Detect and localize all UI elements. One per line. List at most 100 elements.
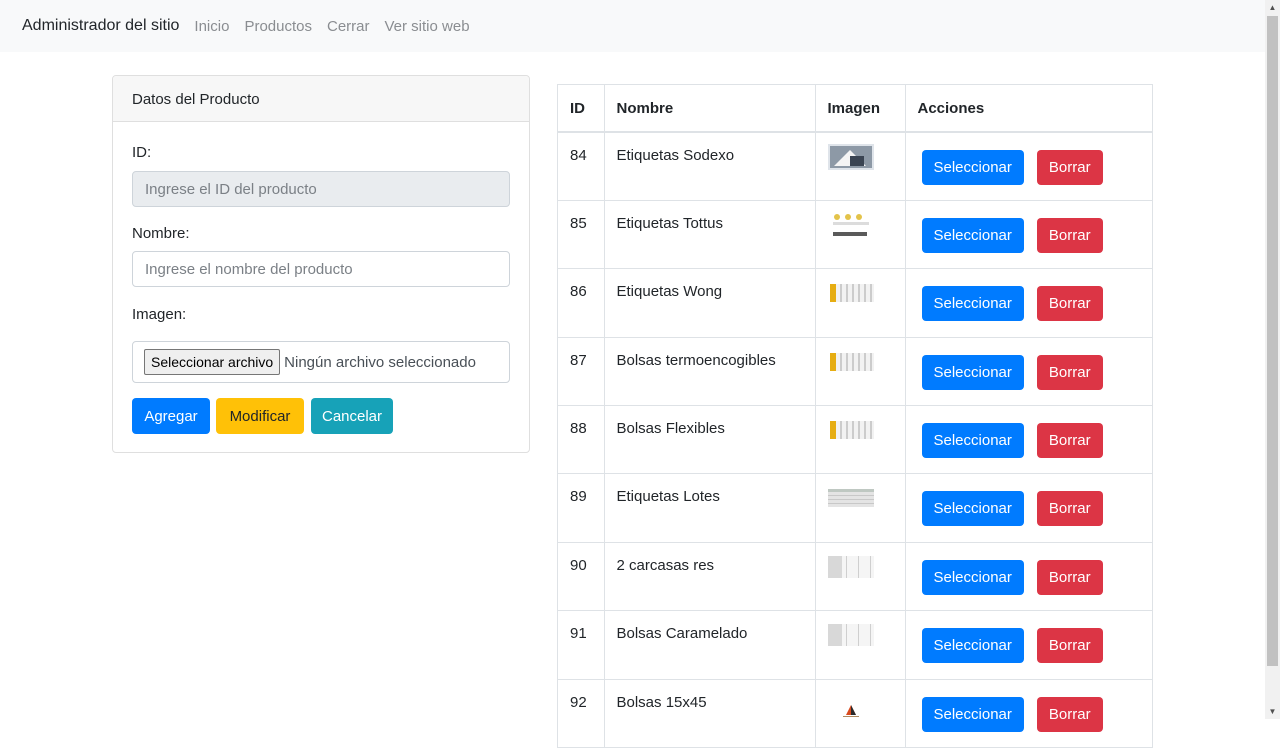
product-thumbnail-image	[827, 144, 893, 170]
table-row: 88 Bolsas Flexibles Seleccionar Borrar	[558, 405, 1152, 475]
row-image	[815, 610, 906, 680]
scroll-up-arrow-icon[interactable]: ▲	[1265, 0, 1280, 15]
row-actions: Seleccionar Borrar	[905, 679, 1152, 748]
select-button[interactable]: Seleccionar	[921, 696, 1024, 732]
table-header-row: ID Nombre Imagen Acciones	[558, 85, 1152, 133]
row-id: 85	[558, 200, 605, 270]
file-input[interactable]: Seleccionar archivo Ningún archivo selec…	[132, 341, 510, 383]
id-input[interactable]: Ingrese el ID del producto	[132, 171, 510, 207]
delete-button[interactable]: Borrar	[1036, 559, 1103, 595]
row-name: 2 carcasas res	[604, 542, 816, 612]
header-id: ID	[558, 85, 605, 133]
delete-button[interactable]: Borrar	[1036, 491, 1103, 527]
scrollbar-thumb[interactable]	[1267, 16, 1278, 666]
select-button[interactable]: Seleccionar	[921, 559, 1024, 595]
cancel-button[interactable]: Cancelar	[311, 398, 393, 434]
header-acciones: Acciones	[905, 85, 1152, 133]
nav-link-inicio[interactable]: Inicio	[194, 18, 229, 35]
row-name: Etiquetas Lotes	[604, 473, 816, 543]
scroll-down-arrow-icon[interactable]: ▼	[1265, 704, 1280, 719]
product-thumbnail-image	[828, 280, 893, 306]
delete-button[interactable]: Borrar	[1036, 150, 1103, 185]
nav-link-ver-sitio-web[interactable]: Ver sitio web	[385, 18, 470, 35]
row-id: 88	[558, 405, 605, 475]
delete-button[interactable]: Borrar	[1036, 628, 1103, 664]
row-id: 84	[558, 132, 605, 201]
product-thumbnail-image	[827, 485, 893, 511]
row-actions: Seleccionar Borrar	[905, 542, 1152, 612]
id-label: ID:	[132, 144, 152, 161]
file-status-text: Ningún archivo seleccionado	[284, 353, 476, 371]
delete-button[interactable]: Borrar	[1036, 217, 1103, 253]
header-imagen: Imagen	[815, 85, 906, 133]
products-table-wrapper: ID Nombre Imagen Acciones 84 Etiquetas So…	[557, 84, 1153, 748]
nav-link-productos[interactable]: Productos	[244, 18, 312, 35]
name-label: Nombre:	[132, 225, 190, 242]
name-input[interactable]: Ingrese el nombre del producto	[132, 251, 510, 287]
modify-button[interactable]: Modificar	[216, 398, 304, 434]
select-button[interactable]: Seleccionar	[921, 423, 1024, 459]
row-name: Etiquetas Wong	[604, 268, 816, 338]
row-id: 92	[558, 679, 605, 748]
row-image	[815, 405, 906, 475]
select-button[interactable]: Seleccionar	[921, 491, 1024, 527]
row-actions: Seleccionar Borrar	[905, 268, 1152, 338]
row-image	[815, 132, 906, 201]
row-actions: Seleccionar Borrar	[905, 132, 1152, 201]
select-button[interactable]: Seleccionar	[921, 354, 1024, 390]
delete-button[interactable]: Borrar	[1036, 696, 1103, 732]
row-image	[815, 679, 906, 748]
row-name: Etiquetas Tottus	[604, 200, 816, 270]
nav-link-cerrar[interactable]: Cerrar	[327, 18, 370, 35]
product-thumbnail-image	[828, 349, 893, 375]
product-thumbnail-image	[827, 622, 893, 648]
row-actions: Seleccionar Borrar	[905, 473, 1152, 543]
products-table: ID Nombre Imagen Acciones 84 Etiquetas So…	[558, 85, 1152, 748]
site-admin-brand[interactable]: Administrador del sitio	[22, 17, 179, 35]
row-image	[815, 473, 906, 543]
row-actions: Seleccionar Borrar	[905, 200, 1152, 270]
select-button[interactable]: Seleccionar	[921, 286, 1024, 322]
image-label: Imagen:	[132, 306, 187, 323]
add-button[interactable]: Agregar	[132, 398, 210, 434]
row-name: Bolsas termoencogibles	[604, 337, 816, 407]
table-row: 92 Bolsas 15x45 Seleccionar Borrar	[558, 679, 1152, 748]
table-row: 85 Etiquetas Tottus Seleccionar Borrar	[558, 200, 1152, 270]
delete-button[interactable]: Borrar	[1036, 354, 1103, 390]
table-row: 91 Bolsas Caramelado Seleccionar Borrar	[558, 610, 1152, 680]
select-button[interactable]: Seleccionar	[921, 628, 1024, 664]
delete-button[interactable]: Borrar	[1036, 423, 1103, 459]
product-thumbnail-image	[828, 417, 893, 443]
row-image	[815, 200, 906, 270]
header-nombre: Nombre	[604, 85, 816, 133]
product-form-card: Datos del Producto ID: Ingrese el ID del…	[112, 75, 530, 453]
vertical-scrollbar[interactable]: ▲ ▼	[1265, 0, 1280, 719]
table-row: 84 Etiquetas Sodexo Seleccionar Borrar	[558, 132, 1152, 201]
row-name: Bolsas 15x45	[604, 679, 816, 748]
product-thumbnail-image	[827, 211, 893, 238]
row-image	[815, 268, 906, 338]
product-thumbnail-image	[828, 691, 893, 717]
row-id: 87	[558, 337, 605, 407]
row-actions: Seleccionar Borrar	[905, 405, 1152, 475]
row-image	[815, 542, 906, 612]
row-name: Bolsas Flexibles	[604, 405, 816, 475]
top-navbar: Administrador del sitio Inicio Productos…	[0, 0, 1265, 52]
table-row: 87 Bolsas termoencogibles Seleccionar Borra…	[558, 337, 1152, 407]
row-id: 91	[558, 610, 605, 680]
card-header: Datos del Producto	[113, 76, 529, 122]
select-button[interactable]: Seleccionar	[921, 217, 1024, 253]
product-thumbnail-image	[827, 554, 893, 580]
row-name: Etiquetas Sodexo	[604, 132, 816, 201]
row-name: Bolsas Caramelado	[604, 610, 816, 680]
row-id: 89	[558, 473, 605, 543]
table-row: 89 Etiquetas Lotes Seleccionar Borrar	[558, 473, 1152, 543]
row-image	[815, 337, 906, 407]
row-actions: Seleccionar Borrar	[905, 337, 1152, 407]
select-button[interactable]: Seleccionar	[921, 150, 1024, 185]
delete-button[interactable]: Borrar	[1036, 286, 1103, 322]
choose-file-button[interactable]: Seleccionar archivo	[144, 349, 281, 375]
row-id: 86	[558, 268, 605, 338]
table-row: 90 2 carcasas res Seleccionar Borrar	[558, 542, 1152, 612]
table-row: 86 Etiquetas Wong Seleccionar Borrar	[558, 268, 1152, 338]
